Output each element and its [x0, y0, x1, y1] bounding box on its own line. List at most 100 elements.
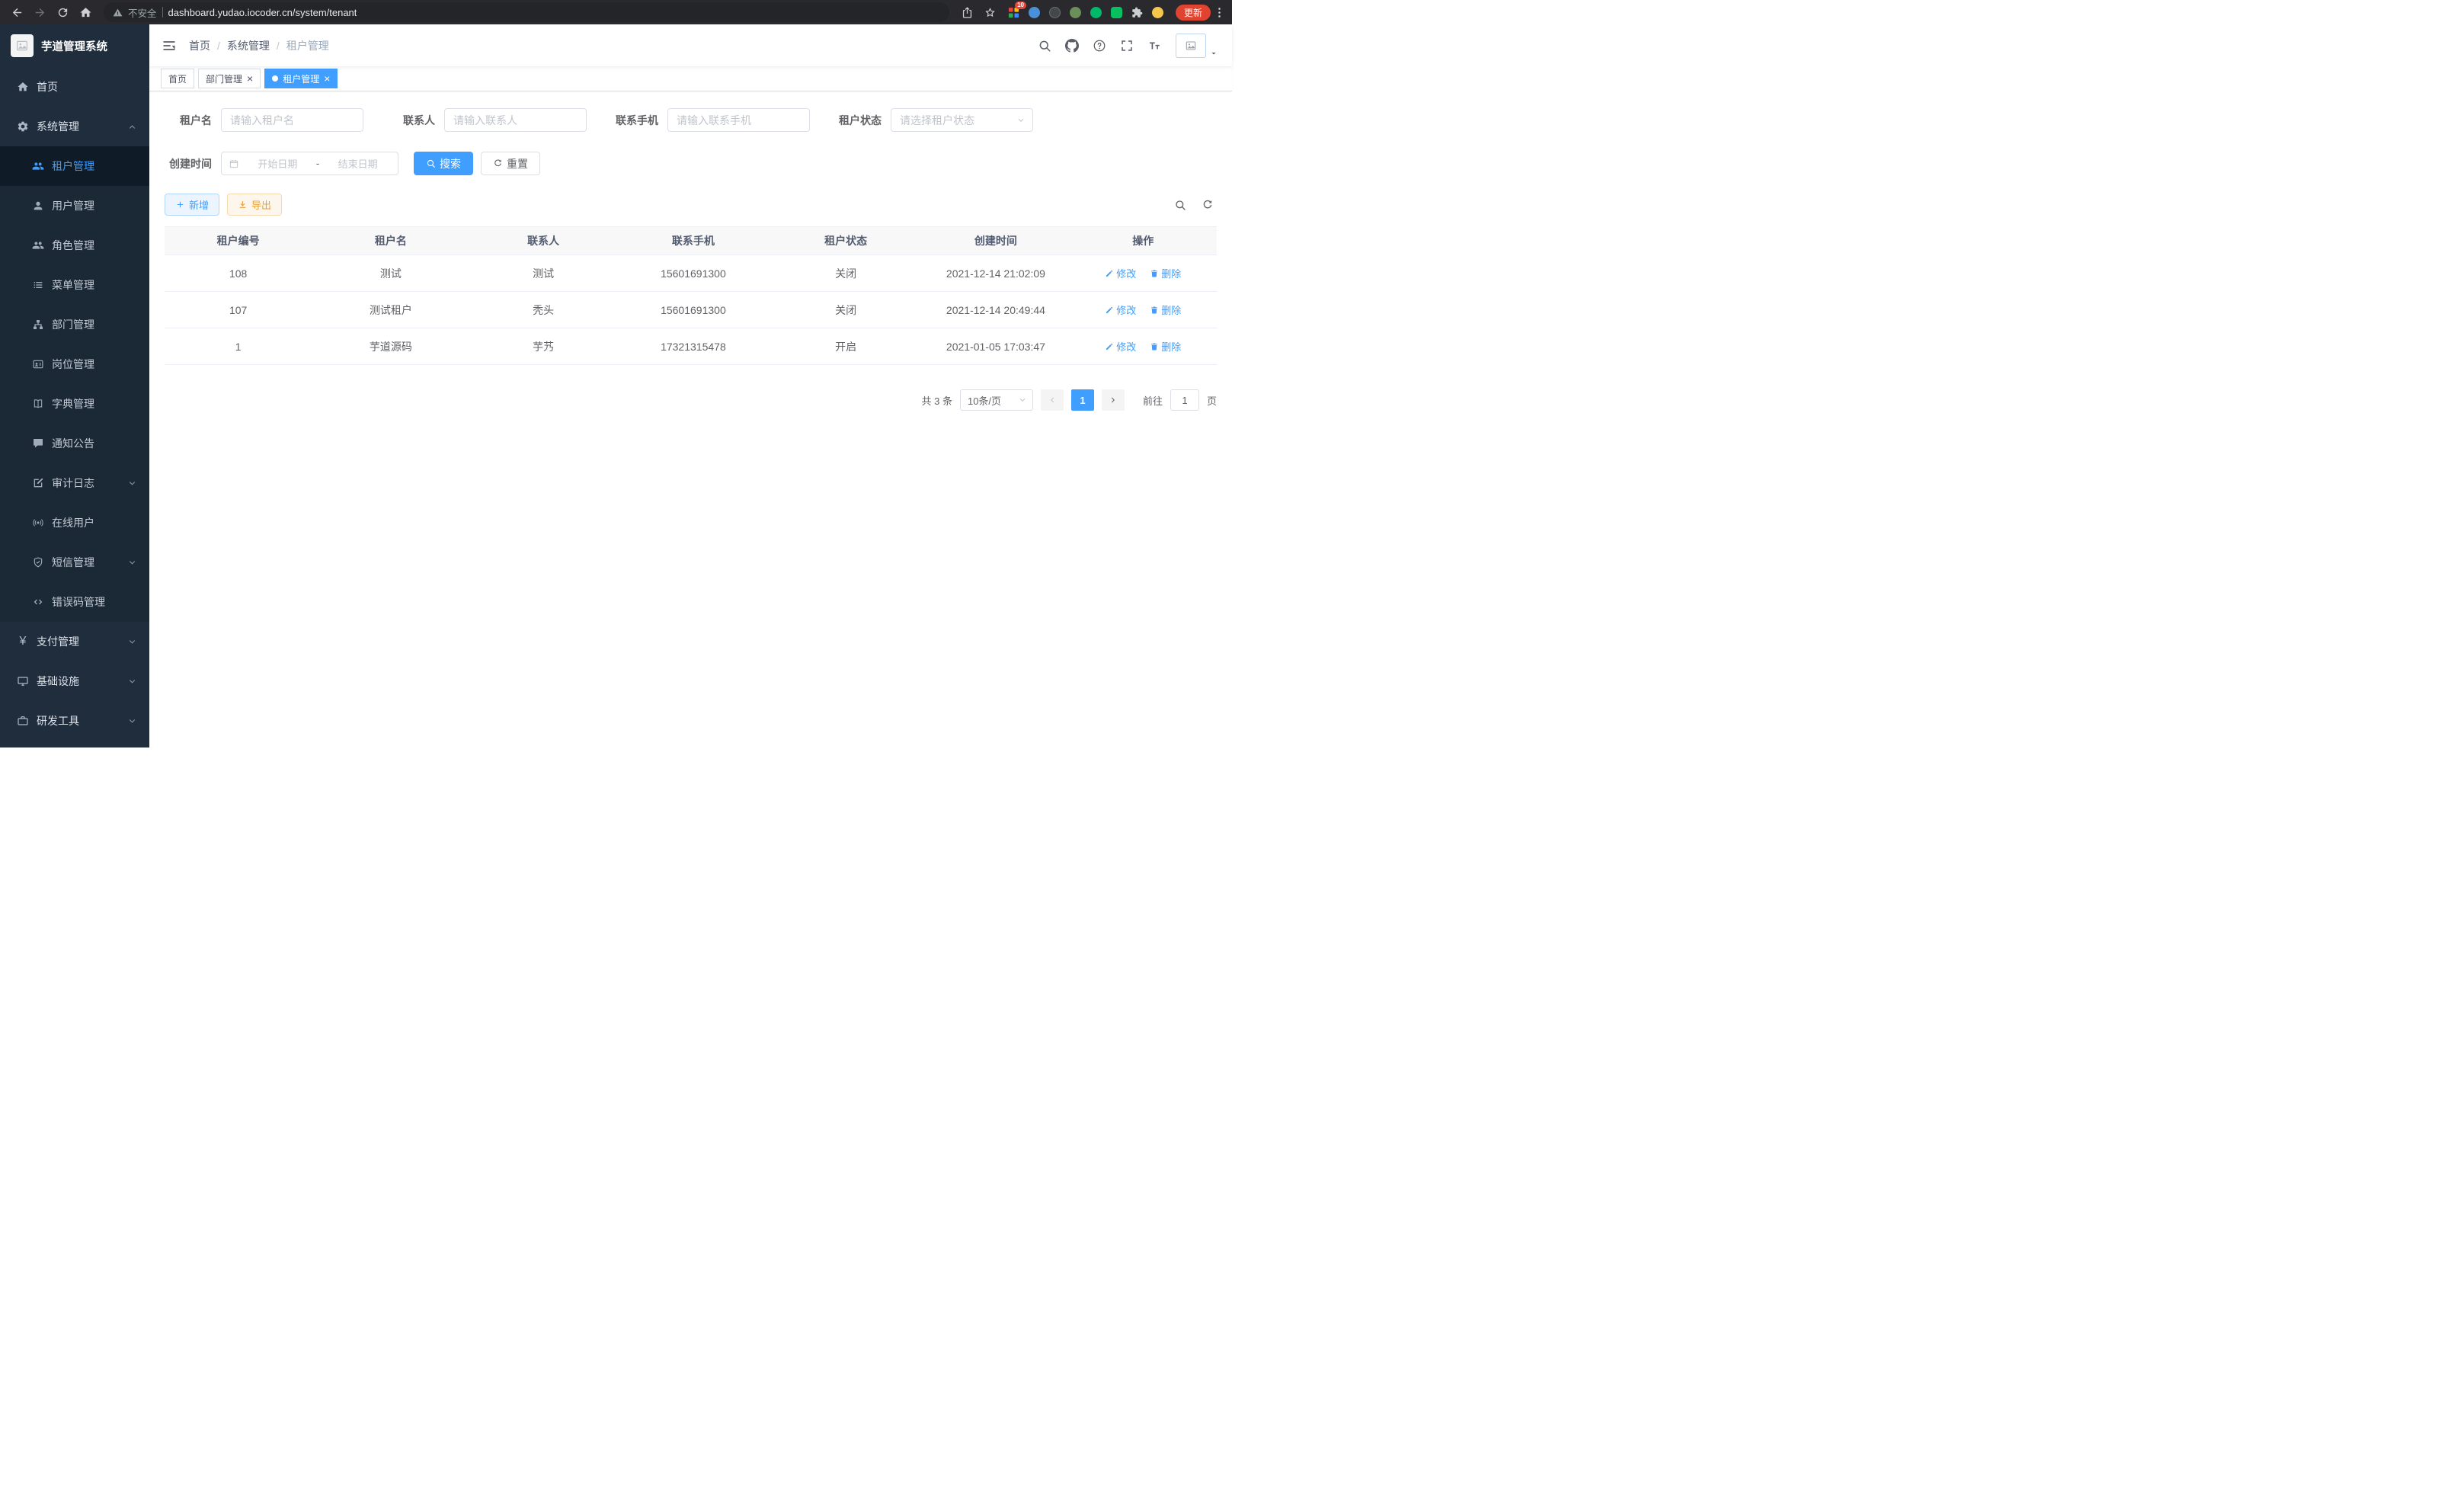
start-date-placeholder: 开始日期: [245, 156, 311, 171]
sidebar-item-system[interactable]: 系统管理: [0, 107, 149, 146]
sidebar-item-sms[interactable]: 短信管理: [0, 543, 149, 582]
extension-green-circle-icon[interactable]: [1090, 5, 1103, 19]
extension-green-square-icon[interactable]: [1110, 5, 1124, 19]
system-submenu: 租户管理 用户管理 角色管理 菜单管理: [0, 146, 149, 622]
operations-cell: 修改 删除: [1070, 339, 1217, 354]
tenant-name-input[interactable]: [221, 108, 363, 132]
extension-grid-icon[interactable]: 10: [1007, 5, 1021, 19]
breadcrumb-item[interactable]: 首页: [189, 38, 210, 53]
sidebar-item-notice[interactable]: 通知公告: [0, 424, 149, 463]
filter-phone: 联系手机: [611, 108, 810, 132]
contact-input[interactable]: [444, 108, 587, 132]
sidebar-item-infrastructure[interactable]: 基础设施: [0, 661, 149, 701]
add-button[interactable]: 新增: [165, 194, 219, 216]
page-1-button[interactable]: 1: [1071, 389, 1094, 411]
contact-cell: 秃头: [469, 303, 616, 318]
help-icon[interactable]: [1086, 39, 1113, 53]
reload-icon[interactable]: [52, 2, 73, 22]
back-icon[interactable]: [6, 2, 27, 22]
sidebar-item-devtools[interactable]: 研发工具: [0, 701, 149, 741]
page-size-select[interactable]: 10条/页: [960, 389, 1033, 411]
date-range-picker[interactable]: 开始日期 - 结束日期: [221, 152, 398, 175]
filter-create-time: 创建时间 开始日期 - 结束日期: [165, 152, 398, 175]
close-icon[interactable]: [247, 73, 253, 84]
search-button[interactable]: 搜索: [414, 152, 473, 175]
browser-menu-icon[interactable]: [1212, 2, 1226, 22]
delete-label: 删除: [1161, 339, 1181, 354]
table-row[interactable]: 107 测试租户 秃头 15601691300 关闭 2021-12-14 20…: [165, 292, 1217, 328]
export-button[interactable]: 导出: [227, 194, 282, 216]
sidebar-item-label: 部门管理: [52, 317, 94, 332]
status-select[interactable]: 请选择租户状态: [891, 108, 1033, 132]
bookmark-star-icon[interactable]: [980, 2, 1001, 22]
reset-button[interactable]: 重置: [481, 152, 540, 175]
goto-page-input[interactable]: [1170, 389, 1199, 411]
forward-icon[interactable]: [29, 2, 50, 22]
app-logo[interactable]: 芋道管理系统: [0, 24, 149, 67]
sidebar-item-label: 研发工具: [37, 713, 79, 728]
browser-profile-avatar[interactable]: [1151, 5, 1165, 19]
table-row[interactable]: 108 测试 测试 15601691300 关闭 2021-12-14 21:0…: [165, 255, 1217, 292]
sidebar-menu: 首页 系统管理 租户管理 用户管理: [0, 67, 149, 748]
prev-page-button[interactable]: [1041, 389, 1064, 411]
extensions-puzzle-icon[interactable]: [1131, 5, 1144, 19]
user-avatar-menu[interactable]: [1176, 34, 1218, 58]
column-header: 租户编号: [165, 233, 312, 248]
broadcast-icon: [32, 517, 44, 529]
sidebar-item-tenant[interactable]: 租户管理: [0, 146, 149, 186]
browser-home-icon[interactable]: [75, 2, 96, 22]
pagination: 共 3 条 10条/页 1 前往 页: [165, 389, 1217, 411]
app-window: 芋道管理系统 首页 系统管理 租户管理: [0, 24, 1232, 748]
update-button[interactable]: 更新: [1176, 5, 1211, 21]
font-size-icon[interactable]: [1141, 39, 1168, 53]
extension-dark-sphere-icon[interactable]: [1048, 5, 1062, 19]
header-search-icon[interactable]: [1031, 39, 1058, 53]
search-button-label: 搜索: [440, 156, 461, 171]
phone-input[interactable]: [667, 108, 810, 132]
fullscreen-icon[interactable]: [1113, 39, 1141, 53]
sidebar-item-error-code[interactable]: 错误码管理: [0, 582, 149, 622]
sidebar-item-role[interactable]: 角色管理: [0, 226, 149, 265]
tenant-table: 租户编号 租户名 联系人 联系手机 租户状态 创建时间 操作 108 测试 测试…: [165, 226, 1217, 365]
address-bar[interactable]: 不安全 dashboard.yudao.iocoder.cn/system/te…: [104, 2, 949, 22]
sidebar-item-dict[interactable]: 字典管理: [0, 384, 149, 424]
sidebar-item-audit-log[interactable]: 审计日志: [0, 463, 149, 503]
toggle-search-icon[interactable]: [1174, 199, 1186, 211]
edit-button[interactable]: 修改: [1105, 303, 1136, 317]
edit-label: 修改: [1116, 339, 1136, 354]
goto-label: 前往: [1143, 393, 1163, 408]
log-icon: [32, 477, 44, 489]
avatar: [1176, 34, 1206, 58]
tab-home[interactable]: 首页: [161, 69, 194, 88]
sidebar-item-menu[interactable]: 菜单管理: [0, 265, 149, 305]
close-icon[interactable]: [324, 73, 330, 84]
edit-button[interactable]: 修改: [1105, 266, 1136, 280]
yen-icon: ¥: [17, 635, 29, 648]
home-icon: [17, 81, 29, 93]
table-row[interactable]: 1 芋道源码 芋艿 17321315478 开启 2021-01-05 17:0…: [165, 328, 1217, 365]
delete-button[interactable]: 删除: [1150, 303, 1181, 317]
menu-fold-icon[interactable]: [149, 38, 189, 53]
extension-olive-icon[interactable]: [1069, 5, 1083, 19]
page-content: 租户名 联系人 联系手机 租户状态 请选择租户状态: [149, 91, 1232, 748]
breadcrumb-item[interactable]: 系统管理: [227, 38, 270, 53]
sidebar-item-payment[interactable]: ¥ 支付管理: [0, 622, 149, 661]
extension-blue-icon[interactable]: [1028, 5, 1042, 19]
sidebar-item-home[interactable]: 首页: [0, 67, 149, 107]
sidebar-item-dept[interactable]: 部门管理: [0, 305, 149, 344]
delete-button[interactable]: 删除: [1150, 266, 1181, 280]
filter-row-2: 创建时间 开始日期 - 结束日期 搜索 重置: [165, 152, 1217, 175]
github-icon[interactable]: [1058, 39, 1086, 53]
tab-tenant[interactable]: 租户管理: [264, 69, 338, 88]
sidebar-item-user[interactable]: 用户管理: [0, 186, 149, 226]
edit-button[interactable]: 修改: [1105, 339, 1136, 354]
tab-dept[interactable]: 部门管理: [198, 69, 261, 88]
share-icon[interactable]: [957, 2, 978, 22]
refresh-table-icon[interactable]: [1202, 199, 1214, 211]
sidebar-item-online-users[interactable]: 在线用户: [0, 503, 149, 543]
next-page-button[interactable]: [1102, 389, 1125, 411]
create-time-label: 创建时间: [165, 156, 212, 171]
column-header: 租户状态: [770, 233, 922, 248]
sidebar-item-post[interactable]: 岗位管理: [0, 344, 149, 384]
delete-button[interactable]: 删除: [1150, 339, 1181, 354]
